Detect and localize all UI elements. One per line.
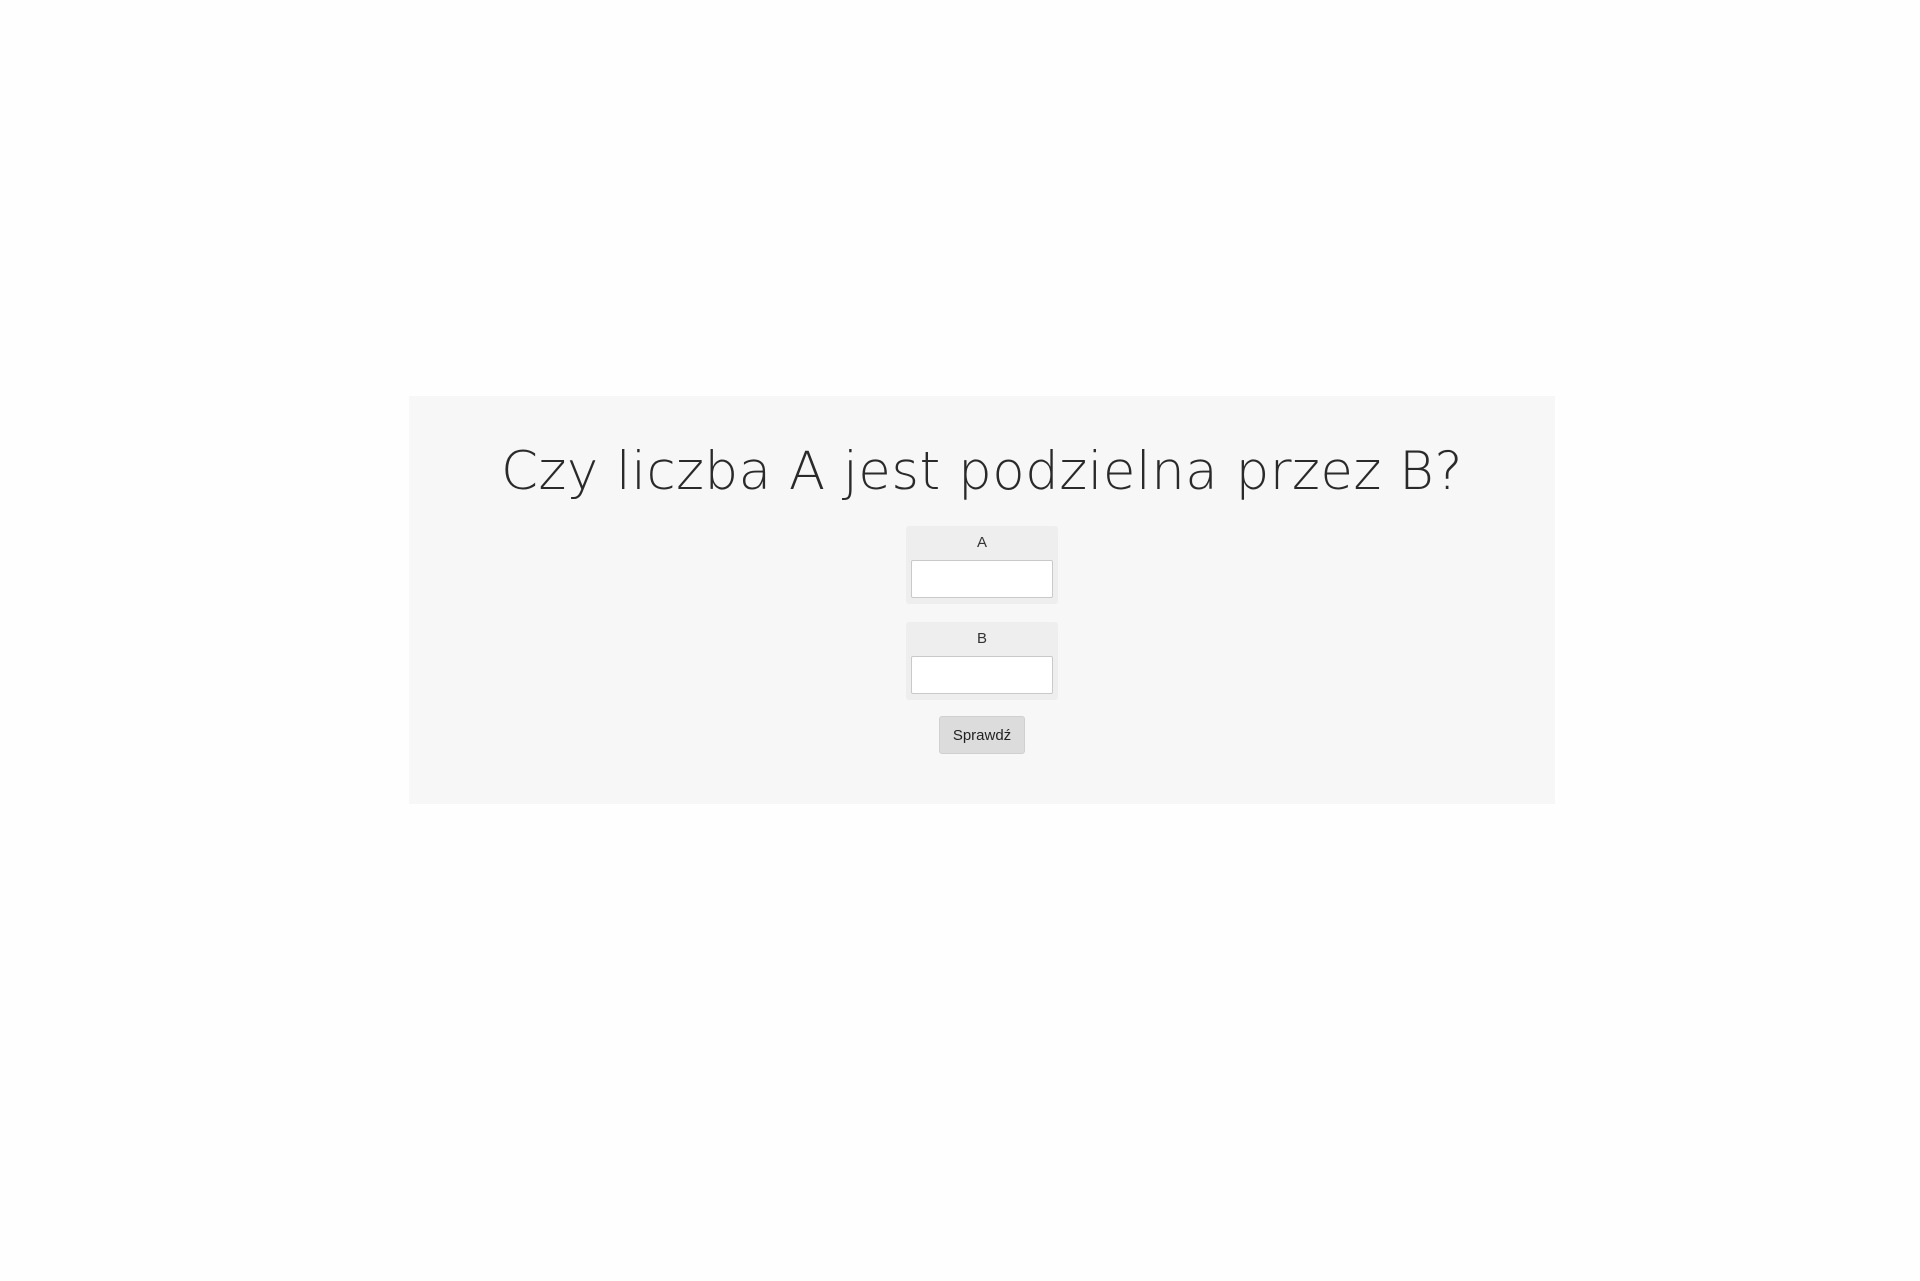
page-title: Czy liczba A jest podzielna przez B? xyxy=(501,441,1463,502)
field-group-a: A xyxy=(906,526,1058,604)
field-group-b: B xyxy=(906,622,1058,700)
check-button[interactable]: Sprawdź xyxy=(939,716,1025,754)
number-b-input[interactable] xyxy=(911,656,1053,694)
field-b-label: B xyxy=(976,630,987,647)
number-a-input[interactable] xyxy=(911,560,1053,598)
form-panel: Czy liczba A jest podzielna przez B? A B… xyxy=(409,396,1555,804)
field-a-label: A xyxy=(976,534,987,551)
